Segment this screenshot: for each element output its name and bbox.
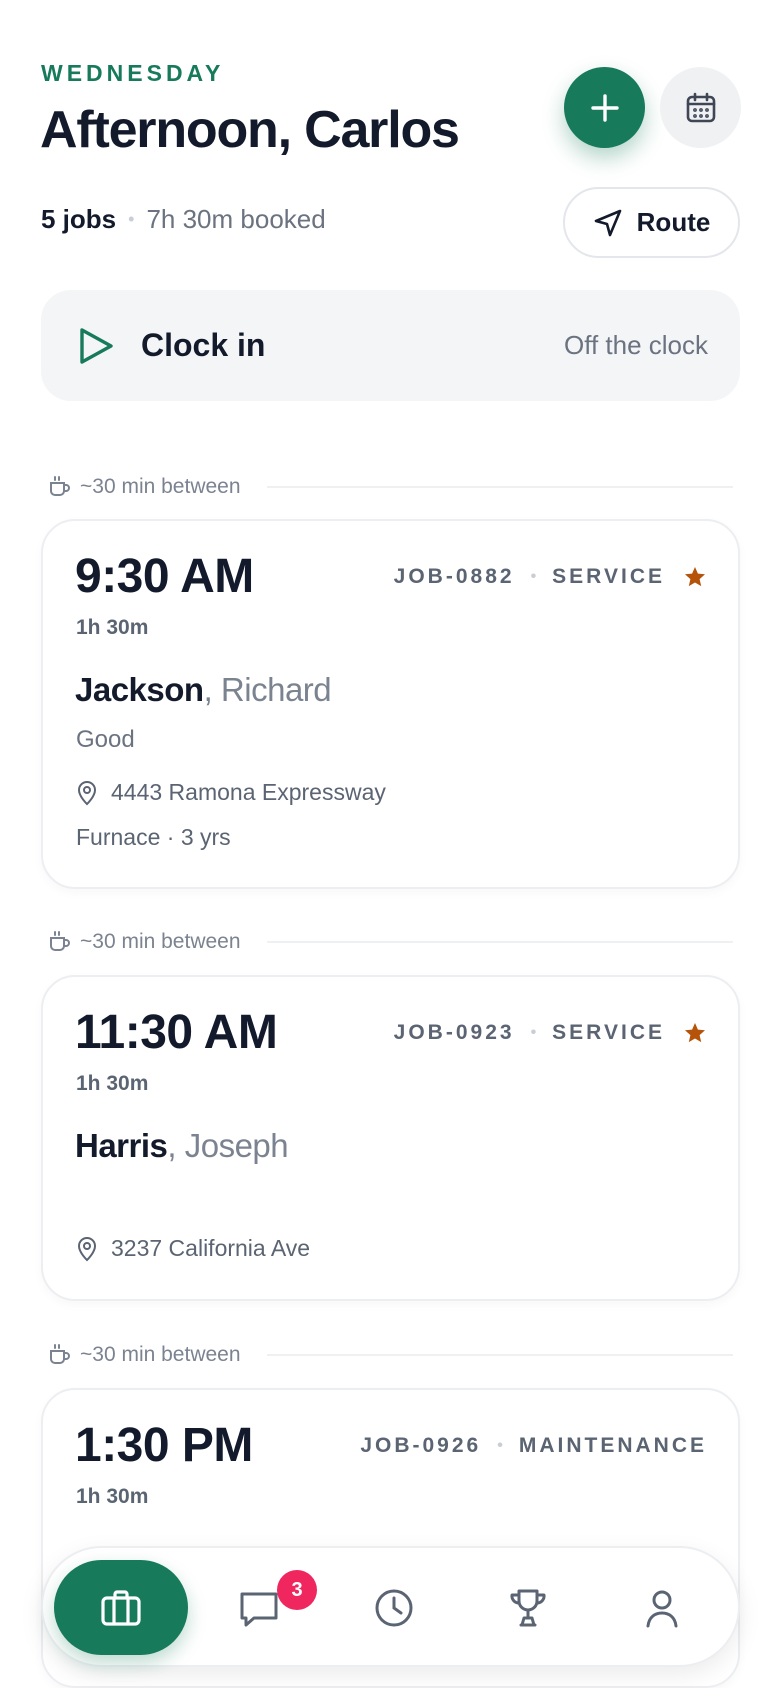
booked-time: 7h 30m booked [146, 204, 326, 234]
job-duration: 1h 30m [76, 616, 149, 639]
trophy-icon [510, 1589, 546, 1626]
route-button[interactable]: Route [563, 187, 740, 258]
customer-last-name: Harris [75, 1127, 168, 1164]
separator-dot: • [497, 1437, 503, 1454]
day-label: WEDNESDAY [41, 60, 225, 86]
chat-bubble-icon [240, 1592, 278, 1626]
job-time: 1:30 PM [75, 1419, 253, 1472]
address-text: 3237 California Ave [111, 1235, 311, 1261]
gap-label: ~30 min between [80, 1343, 241, 1366]
separator-dot: • [530, 568, 537, 585]
map-pin-icon [75, 780, 99, 806]
clock-icon [375, 1589, 413, 1626]
star-icon [683, 565, 707, 589]
plus-icon [590, 93, 619, 122]
divider [266, 486, 733, 488]
customer-name: Harris, Joseph [75, 1127, 289, 1165]
job-time: 11:30 AM [75, 1006, 278, 1059]
clock-status: Off the clock [563, 330, 708, 360]
job-type: SERVICE [552, 1021, 665, 1044]
job-tags: JOB-0882 • SERVICE [394, 565, 707, 589]
coffee-cup-icon [50, 1344, 70, 1364]
customer-last-name: Jackson [75, 671, 204, 708]
jobs-count: 5 jobs [41, 204, 117, 234]
job-duration: 1h 30m [76, 1072, 149, 1095]
job-type: SERVICE [552, 565, 665, 588]
profile-icon [646, 1590, 678, 1627]
job-card[interactable]: 11:30 AM 1h 30m JOB-0923 • SERVICE Harri… [41, 975, 740, 1301]
separator-dot: • [530, 1024, 537, 1041]
job-id: JOB-0926 [360, 1434, 482, 1457]
calendar-button[interactable] [660, 67, 741, 148]
customer-first-name: , Joseph [167, 1127, 289, 1164]
job-type: MAINTENANCE [518, 1434, 707, 1457]
messages-badge: 3 [277, 1570, 317, 1610]
job-address: 4443 Ramona Expressway [75, 779, 386, 806]
map-pin-icon [75, 1236, 99, 1262]
job-address: 3237 California Ave [75, 1235, 310, 1262]
job-time: 9:30 AM [75, 550, 254, 603]
navigation-arrow-icon [594, 209, 621, 236]
star-icon [683, 1021, 707, 1045]
nav-messages[interactable]: 3 [219, 1560, 317, 1655]
address-text: 4443 Ramona Expressway [111, 779, 386, 805]
customer-name: Jackson, Richard [75, 671, 332, 709]
break-gap: ~30 min between [48, 472, 733, 502]
calendar-icon [686, 92, 715, 122]
job-tags: JOB-0926 • MAINTENANCE [360, 1434, 707, 1458]
briefcase-icon [101, 1589, 141, 1626]
break-gap: ~30 min between [48, 927, 733, 957]
play-icon [80, 327, 113, 364]
customer-first-name: , Richard [203, 671, 332, 708]
job-duration: 1h 30m [76, 1485, 149, 1508]
job-id: JOB-0882 [393, 565, 515, 588]
gap-label: ~30 min between [80, 475, 241, 498]
equipment-info: Furnace · 3 yrs [76, 824, 231, 850]
clock-in-card[interactable]: Clock in Off the clock [41, 290, 740, 401]
divider [266, 1354, 733, 1356]
job-card[interactable]: 9:30 AM 1h 30m JOB-0882 • SERVICE Jackso… [41, 519, 740, 889]
customer-rating: Good [76, 726, 135, 753]
coffee-cup-icon [50, 476, 70, 496]
gap-label: ~30 min between [80, 930, 241, 953]
day-summary: 5 jobs • 7h 30m booked [41, 204, 326, 235]
route-label: Route [636, 207, 711, 237]
job-tags: JOB-0923 • SERVICE [394, 1021, 707, 1045]
greeting-title: Afternoon, Carlos [40, 101, 460, 159]
add-job-button[interactable] [564, 67, 645, 148]
nav-timesheet[interactable] [354, 1560, 434, 1655]
divider [266, 941, 733, 943]
separator-dot: • [128, 209, 135, 229]
nav-jobs[interactable] [54, 1560, 188, 1655]
clock-in-label: Clock in [141, 327, 266, 363]
nav-profile[interactable] [622, 1560, 702, 1655]
break-gap: ~30 min between [48, 1340, 733, 1370]
coffee-cup-icon [50, 931, 70, 951]
nav-achievements[interactable] [488, 1560, 568, 1655]
job-id: JOB-0923 [393, 1021, 515, 1044]
bottom-nav: 3 [41, 1546, 740, 1667]
